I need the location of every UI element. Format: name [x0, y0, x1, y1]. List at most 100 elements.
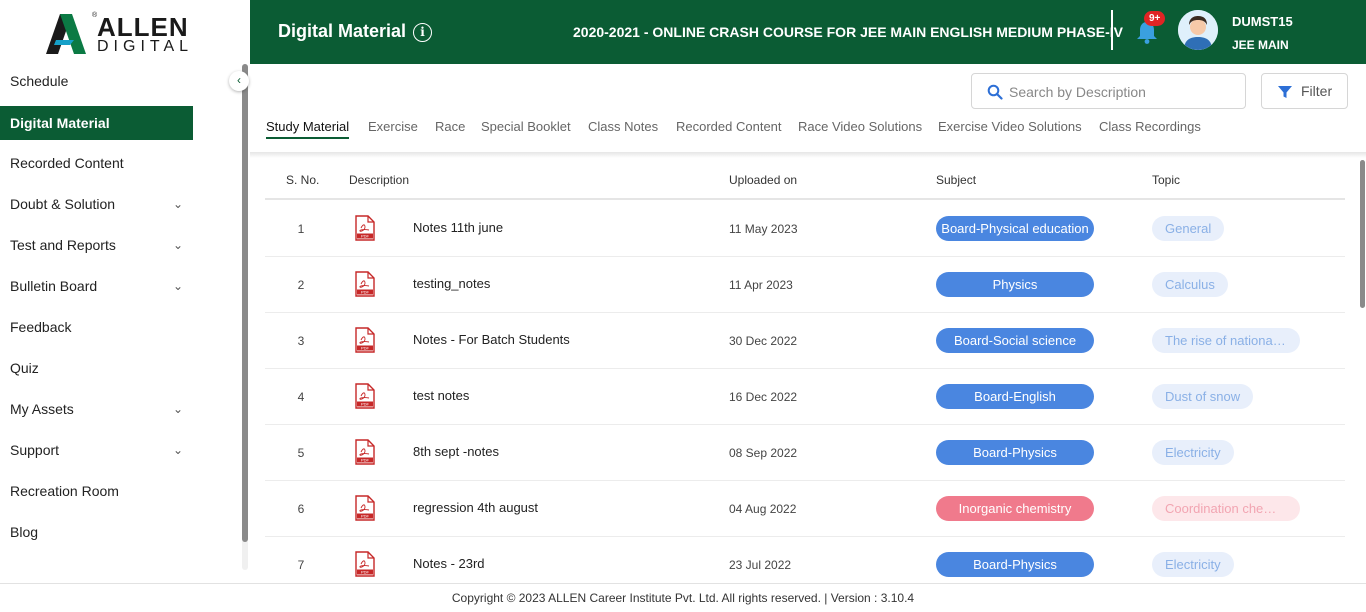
- pdf-file-icon[interactable]: PDF: [355, 215, 375, 241]
- top-header-bar: Digital Material i 2020-2021 - ONLINE CR…: [250, 0, 1366, 64]
- chevron-down-icon: ⌄: [172, 197, 183, 211]
- pdf-file-icon[interactable]: PDF: [355, 383, 375, 409]
- topic-badge: The rise of nationali...: [1152, 328, 1300, 353]
- tab-race[interactable]: Race: [435, 119, 465, 134]
- subject-badge: Board-Physics: [936, 440, 1094, 465]
- row-upload-date: 04 Aug 2022: [729, 502, 797, 516]
- pdf-badge-text: PDF: [361, 346, 370, 351]
- row-description[interactable]: test notes: [413, 388, 469, 403]
- row-description[interactable]: Notes - 23rd: [413, 556, 485, 571]
- pdf-file-icon[interactable]: PDF: [355, 271, 375, 297]
- topic-badge: Electricity: [1152, 552, 1234, 577]
- chevron-down-icon: ⌄: [172, 238, 183, 252]
- sidebar-item-support[interactable]: Support ⌄: [0, 433, 193, 467]
- search-input[interactable]: [1009, 81, 1234, 103]
- pdf-badge-text: PDF: [361, 290, 370, 295]
- column-header-uploaded: Uploaded on: [729, 173, 798, 187]
- sidebar-item-blog[interactable]: Blog: [0, 515, 193, 549]
- row-upload-date: 11 May 2023: [729, 222, 798, 236]
- sidebar-collapse-button[interactable]: ‹: [229, 71, 249, 91]
- topic-badge: Electricity: [1152, 440, 1234, 465]
- table-row[interactable]: 2 PDF testing_notes 11 Apr 2023 Physics Calcu…: [265, 257, 1345, 313]
- sidebar-item-label: Support: [10, 442, 60, 458]
- table-row[interactable]: 5 PDF 8th sept -notes 08 Sep 2022 Board-Phys…: [265, 425, 1345, 481]
- sidebar-item-doubt-solution[interactable]: Doubt & Solution ⌄: [0, 187, 193, 221]
- sidebar-item-quiz[interactable]: Quiz: [0, 351, 193, 385]
- sidebar-item-digital-material[interactable]: Digital Material: [0, 106, 193, 140]
- user-name[interactable]: DUMST15: [1232, 14, 1293, 29]
- content-scrollbar-thumb[interactable]: [1360, 160, 1365, 308]
- copyright-text: Copyright © 2023 ALLEN Career Institute …: [451, 591, 915, 605]
- allen-logo-icon: [46, 14, 86, 54]
- subject-badge: Board-English: [936, 384, 1094, 409]
- tab-class-notes[interactable]: Class Notes: [588, 119, 658, 134]
- tab-exercise[interactable]: Exercise: [368, 119, 418, 134]
- table-row[interactable]: 6 PDF regression 4th august 04 Aug 2022 Inor…: [265, 481, 1345, 537]
- row-description[interactable]: 8th sept -notes: [413, 444, 499, 459]
- chevron-left-icon: ‹: [237, 73, 241, 87]
- sidebar-item-label: Feedback: [10, 319, 72, 335]
- logo-subtitle: DIGITAL: [97, 38, 194, 55]
- row-description[interactable]: Notes 11th june: [413, 220, 503, 235]
- brand-logo[interactable]: ALLEN ® DIGITAL: [0, 0, 250, 64]
- table-row[interactable]: 3 PDF Notes - For Batch Students 30 Dec 202…: [265, 313, 1345, 369]
- sidebar-item-label: Test and Reports: [10, 237, 116, 253]
- header-divider: [1111, 10, 1113, 50]
- row-description[interactable]: Notes - For Batch Students: [413, 332, 570, 347]
- pdf-file-icon[interactable]: PDF: [355, 551, 375, 577]
- chevron-down-icon: ⌄: [172, 279, 183, 293]
- row-serial-number: 2: [297, 278, 305, 292]
- row-serial-number: 1: [297, 222, 305, 236]
- search-icon: [987, 84, 1003, 100]
- row-upload-date: 23 Jul 2022: [729, 558, 792, 572]
- filter-icon: [1278, 86, 1292, 98]
- sidebar-item-recreation-room[interactable]: Recreation Room: [0, 474, 193, 508]
- row-upload-date: 16 Dec 2022: [729, 390, 798, 404]
- tab-study-material[interactable]: Study Material: [266, 119, 350, 139]
- course-title: 2020-2021 - ONLINE CRASH COURSE FOR JEE …: [573, 24, 1123, 40]
- footer: Copyright © 2023 ALLEN Career Institute …: [0, 583, 1366, 612]
- pdf-badge-text: PDF: [361, 514, 370, 519]
- sidebar-item-my-assets[interactable]: My Assets ⌄: [0, 392, 193, 426]
- pdf-file-icon[interactable]: PDF: [355, 327, 375, 353]
- subject-badge: Inorganic chemistry: [936, 496, 1094, 521]
- row-serial-number: 4: [297, 390, 305, 404]
- tab-exercise-video-solutions[interactable]: Exercise Video Solutions: [938, 119, 1082, 134]
- row-description[interactable]: regression 4th august: [413, 500, 538, 515]
- sidebar-item-label: My Assets: [10, 401, 74, 417]
- topic-badge: Coordination chemi...: [1152, 496, 1300, 521]
- sidebar-item-label: Recreation Room: [10, 483, 119, 499]
- pdf-file-icon[interactable]: PDF: [355, 495, 375, 521]
- tab-race-video-solutions[interactable]: Race Video Solutions: [798, 119, 922, 134]
- tab-class-recordings[interactable]: Class Recordings: [1099, 119, 1201, 134]
- sidebar-item-recorded-content[interactable]: Recorded Content: [0, 146, 193, 180]
- pdf-badge-text: PDF: [361, 458, 370, 463]
- info-icon[interactable]: i: [413, 23, 432, 42]
- avatar[interactable]: [1178, 10, 1218, 50]
- tab-recorded-content[interactable]: Recorded Content: [676, 119, 782, 134]
- pdf-badge-text: PDF: [361, 402, 370, 407]
- topic-badge: General: [1152, 216, 1225, 241]
- sidebar-item-feedback[interactable]: Feedback: [0, 310, 193, 344]
- table-row[interactable]: 1 PDF Notes 11th june 11 May 2023 Board-Phys…: [265, 201, 1345, 257]
- table-row[interactable]: 4 PDF test notes 16 Dec 2022 Board-English Du…: [265, 369, 1345, 425]
- sidebar-item-label: Recorded Content: [10, 155, 124, 171]
- pdf-badge-text: PDF: [361, 570, 370, 575]
- sidebar-item-test-reports[interactable]: Test and Reports ⌄: [0, 228, 193, 262]
- row-serial-number: 5: [297, 446, 305, 460]
- row-description[interactable]: testing_notes: [413, 276, 490, 291]
- sidebar-item-bulletin-board[interactable]: Bulletin Board ⌄: [0, 269, 193, 303]
- user-avatar-icon: [1178, 10, 1218, 50]
- row-upload-date: 08 Sep 2022: [729, 446, 798, 460]
- tab-special-booklet[interactable]: Special Booklet: [481, 119, 571, 134]
- topic-badge: Dust of snow: [1152, 384, 1254, 409]
- chevron-down-icon: ⌄: [172, 402, 183, 416]
- sidebar-item-schedule[interactable]: Schedule: [0, 64, 193, 98]
- subject-badge: Board-Physical education: [936, 216, 1094, 241]
- row-upload-date: 30 Dec 2022: [729, 334, 798, 348]
- sidebar-scrollbar-thumb[interactable]: [242, 64, 248, 542]
- filter-button[interactable]: Filter: [1261, 73, 1348, 109]
- column-header-sno: S. No.: [286, 173, 320, 187]
- pdf-file-icon[interactable]: PDF: [355, 439, 375, 465]
- subject-badge: Physics: [936, 272, 1094, 297]
